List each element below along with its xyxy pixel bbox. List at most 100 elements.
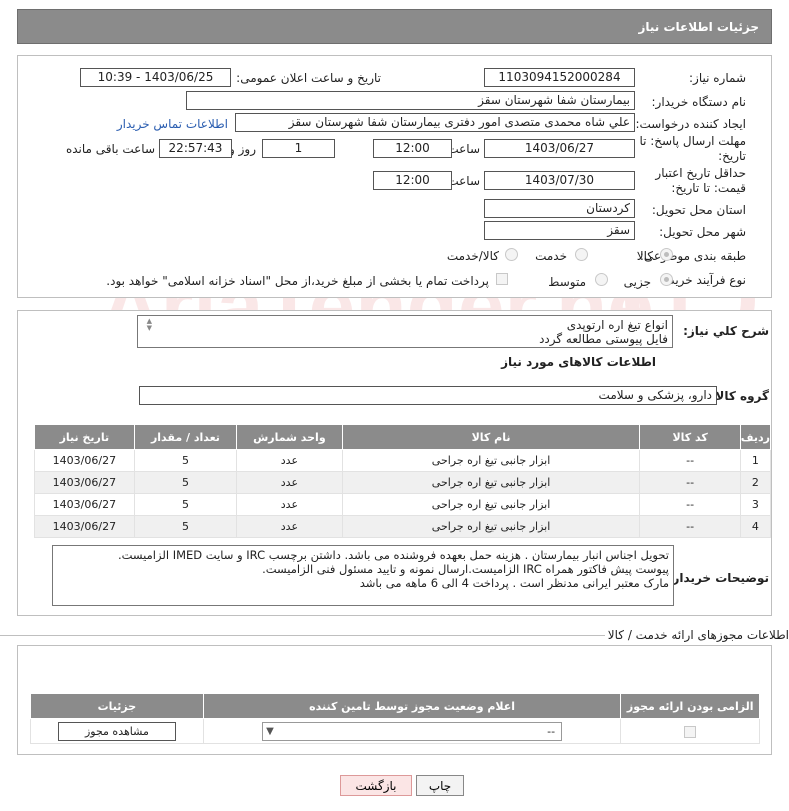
table-row: 4 -- ابزار جانبی تیغ اره جراحی عدد 5 140… [34, 515, 772, 538]
page-title: جزئیات اطلاعات نیاز [638, 19, 759, 34]
validity-time-field: 12:00 [373, 171, 452, 190]
cell-date: 1403/06/27 [34, 515, 135, 538]
cell-name: ابزار جانبی تیغ اره جراحی [341, 515, 641, 538]
view-permit-button[interactable]: مشاهده مجوز [57, 721, 176, 741]
cell-date: 1403/06/27 [34, 449, 135, 472]
chevron-down-icon: ▼ [266, 725, 274, 737]
province-label: استان محل تحویل: [651, 203, 746, 217]
permit-status-value: -- [547, 724, 556, 738]
category-option-goods-service: كالا/خدمت [446, 249, 499, 263]
permit-details-cell: مشاهده مجوز [30, 718, 204, 744]
buyer-notes-line-1: تحویل اجناس انبار بیمارستان . هزینه حمل … [117, 548, 669, 562]
remaining-time-field: 22:57:43 [159, 139, 232, 158]
days-label: روز و [229, 142, 256, 156]
cell-row: 4 [739, 515, 772, 538]
table-row: 1 -- ابزار جانبی تیغ اره جراحی عدد 5 140… [34, 449, 772, 472]
validity-label: حداقل تاریخ اعتبار قیمت: تا تاریخ: [655, 166, 746, 195]
province-field: كردستان [484, 199, 635, 218]
purchase-type-radio-minor[interactable] [660, 273, 673, 286]
permits-table: الزامی بودن ارائه مجوز اعلام وضعیت مجوز … [30, 693, 760, 744]
col-permit-required: الزامی بودن ارائه مجوز [620, 693, 760, 719]
col-row: ردیف [739, 424, 772, 450]
cell-row: 3 [739, 493, 772, 516]
cell-name: ابزار جانبی تیغ اره جراحی [341, 493, 641, 516]
table-row: -- ▼ مشاهده مجوز [30, 718, 760, 744]
need-number-field: 1103094152000284 [484, 68, 635, 87]
goods-table-header: ردیف کد کالا نام کالا واحد شمارش تعداد /… [34, 424, 772, 450]
treasury-payment-note: پرداخت تمام یا بخشی از مبلغ خرید،از محل … [106, 274, 489, 288]
remaining-time-label: ساعت باقی مانده [65, 142, 155, 156]
cell-date: 1403/06/27 [34, 471, 135, 494]
category-option-service: خدمت [535, 249, 567, 263]
back-button[interactable]: بازگشت [340, 775, 412, 796]
buyer-contact-link[interactable]: اطلاعات تماس خریدار [117, 117, 228, 131]
cell-code: -- [639, 493, 741, 516]
cell-code: -- [639, 515, 741, 538]
page-header: جزئیات اطلاعات نیاز [17, 9, 772, 44]
cell-qty: 5 [133, 471, 238, 494]
deadline-date-field: 1403/06/27 [484, 139, 635, 158]
cell-qty: 5 [133, 515, 238, 538]
permit-required-cell [620, 718, 760, 744]
buyer-notes-line-2: پیوست پیش فاکتور همراه IRC الزامیست.ارسا… [262, 562, 669, 576]
creator-label: ایجاد کننده درخواست: [635, 117, 746, 131]
validity-time-label: ساعت [447, 174, 480, 188]
category-label: طبقه بندی موضوعی: [639, 249, 746, 263]
cell-name: ابزار جانبی تیغ اره جراحی [341, 449, 641, 472]
col-date: تاریخ نیاز [34, 424, 135, 450]
permits-table-header: الزامی بودن ارائه مجوز اعلام وضعیت مجوز … [30, 693, 760, 719]
validity-date-field: 1403/07/30 [484, 171, 635, 190]
purchase-type-label: نوع فرآیند خرید : [661, 273, 746, 287]
cell-qty: 5 [133, 449, 238, 472]
table-row: 2 -- ابزار جانبی تیغ اره جراحی عدد 5 140… [34, 471, 772, 494]
purchase-type-radio-medium[interactable] [595, 273, 608, 286]
permit-status-select[interactable]: -- ▼ [262, 721, 563, 741]
col-code: کد کالا [639, 424, 741, 450]
category-radio-goods-service[interactable] [505, 248, 518, 261]
need-number-label: شماره نیاز: [689, 71, 746, 85]
buyer-org-field: بیمارستان شفا شهرستان سقز [186, 91, 635, 110]
deadline-time-label: ساعت [447, 142, 480, 156]
purchase-type-option-minor: جزیی [623, 275, 651, 289]
buyer-org-label: نام دستگاه خریدار: [651, 95, 747, 109]
goods-group-label: گروه کالا: [710, 389, 769, 403]
scroll-arrows-icon[interactable]: ▲ ▼ [140, 318, 152, 332]
cell-row: 1 [739, 449, 772, 472]
cell-unit: عدد [236, 471, 343, 494]
cell-row: 2 [739, 471, 772, 494]
col-unit: واحد شمارش [236, 424, 343, 450]
summary-line-1: انواع تیغ اره ارتوپدی [566, 318, 668, 332]
summary-label: شرح کلي نياز: [683, 324, 769, 338]
deadline-label: مهلت ارسال پاسخ: تا تاریخ: [639, 134, 746, 163]
buyer-notes-textarea[interactable]: تحویل اجناس انبار بیمارستان . هزینه حمل … [52, 545, 674, 606]
cell-qty: 5 [133, 493, 238, 516]
creator-field: علي شاه محمدی متصدی امور دفتری بیمارستان… [235, 113, 635, 132]
cell-date: 1403/06/27 [34, 493, 135, 516]
announce-label: تاریخ و ساعت اعلان عمومی: [236, 71, 381, 85]
col-qty: تعداد / مقدار [133, 424, 238, 450]
category-radio-goods[interactable] [660, 248, 673, 261]
summary-textarea[interactable]: انواع تیغ اره ارتوپدی فایل پیوستی مطالعه… [137, 315, 673, 348]
city-field: سقز [484, 221, 635, 240]
cell-unit: عدد [236, 449, 343, 472]
category-radio-service[interactable] [575, 248, 588, 261]
deadline-time-field: 12:00 [373, 139, 452, 158]
goods-group-field: دارو، پزشکی و سلامت [139, 386, 717, 405]
cell-unit: عدد [236, 493, 343, 516]
city-label: شهر محل تحویل: [659, 225, 746, 239]
buyer-notes-label: توضیحات خریدار: [667, 571, 769, 585]
cell-unit: عدد [236, 515, 343, 538]
treasury-payment-checkbox[interactable] [496, 273, 508, 285]
permits-title: اطلاعات مجوزهای ارائه خدمت / کالا [607, 628, 789, 642]
col-permit-details: جزئیات [30, 693, 204, 719]
goods-table: ردیف کد کالا نام کالا واحد شمارش تعداد /… [34, 424, 772, 538]
buyer-notes-line-3: مارک معتبر ایرانی مدنظر است . پرداخت 4 ا… [359, 576, 669, 590]
print-button[interactable]: چاپ [416, 775, 464, 796]
cell-name: ابزار جانبی تیغ اره جراحی [341, 471, 641, 494]
category-option-goods: كالا [636, 249, 653, 263]
cell-code: -- [639, 471, 741, 494]
permit-status-cell: -- ▼ [202, 718, 622, 744]
col-name: نام کالا [341, 424, 641, 450]
table-row: 3 -- ابزار جانبی تیغ اره جراحی عدد 5 140… [34, 493, 772, 516]
announce-field: 1403/06/25 - 10:39 [80, 68, 231, 87]
